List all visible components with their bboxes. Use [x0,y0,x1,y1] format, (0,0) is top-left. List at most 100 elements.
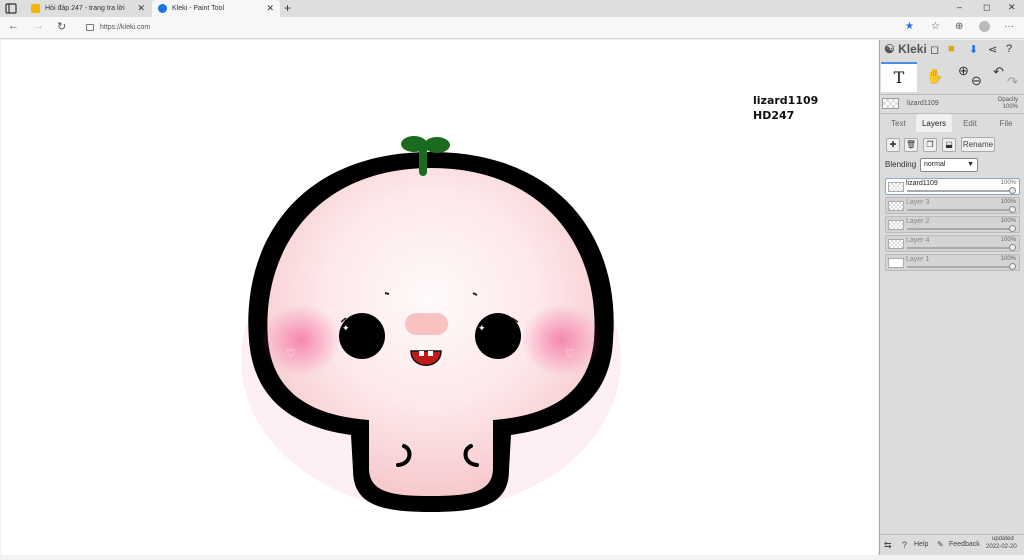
layer-opacity-handle[interactable] [1009,187,1016,194]
layer-opacity-handle[interactable] [1009,263,1016,270]
layer-opacity-slider[interactable] [907,266,1013,268]
share-icon[interactable]: ⋖ [988,43,997,56]
layer-thumbnail [888,182,904,192]
url-text: https://kleki.com [100,24,151,31]
text-tool-button[interactable]: T [881,62,917,92]
tab-strip: Hỏi đáp 247 - trang tra lời ✕ Kleki - Pa… [0,0,1024,17]
tab-hoidap[interactable]: Hỏi đáp 247 - trang tra lời ✕ [25,0,151,17]
layer-opacity-handle[interactable] [1009,206,1016,213]
tool-panel: ☯ Kleki ◻ ■ ⬇ ⋖ ? T ✋ ⊕ ⊖ ↶ ↷ lizard1109… [879,40,1024,555]
download-icon[interactable]: ⬇ [969,43,978,56]
svg-text:✦: ✦ [478,324,486,334]
url-field[interactable]: https://kleki.com [80,19,920,36]
close-tab-icon[interactable]: ✕ [266,3,274,14]
feedback-link[interactable]: Feedback [949,541,980,548]
layer-opacity: 100% [1000,180,1016,186]
chevron-down-icon: ▼ [967,161,974,168]
favorites-icon[interactable]: ☆ [931,21,940,32]
layer-opacity-slider[interactable] [907,247,1013,249]
tab-layers[interactable]: Layers [916,114,952,132]
window-close-button[interactable]: ✕ [1008,2,1016,13]
left-blush [261,304,341,376]
panel-tabs: Text Layers Edit File [880,113,1024,132]
more-menu-icon[interactable]: ··· [1004,21,1014,32]
layer-thumbnail [888,239,904,249]
profile-avatar[interactable] [979,21,990,32]
layer-item[interactable]: lizard1109 100% [885,178,1020,195]
merge-layer-button[interactable]: ⬓ [942,138,956,152]
right-heart-icon: ♡ [565,347,575,360]
color-swatch[interactable] [882,98,899,109]
lock-icon [86,24,94,31]
new-tab-button[interactable]: + [284,1,291,15]
tab-file[interactable]: File [988,114,1024,132]
layer-item[interactable]: Layer 2 100% [885,216,1020,233]
sprout-leaf-left [401,136,427,152]
blending-label: Blending [885,160,917,169]
layer-opacity: 100% [1000,218,1016,224]
canvas-text-line: lizard1109 [753,94,819,107]
brush-row: lizard1109 Opacity 100% [880,94,1024,112]
updated-date: 2022-02-20 [986,544,1017,550]
layer-opacity-handle[interactable] [1009,244,1016,251]
duplicate-layer-button[interactable]: ❐ [923,138,937,152]
tab-text[interactable]: Text [882,114,915,132]
help-link[interactable]: Help [914,541,928,548]
layer-item[interactable]: Layer 1 100% [885,254,1020,271]
tab-title: Hỏi đáp 247 - trang tra lời [45,5,125,12]
zoom-in-icon[interactable]: ⊕ [958,63,969,79]
swap-icon[interactable]: ⇆ [884,540,892,551]
new-image-icon[interactable]: ◻ [930,43,939,56]
delete-layer-button[interactable]: 🗑 [904,138,918,152]
redo-icon[interactable]: ↷ [1007,74,1018,90]
svg-text:✦: ✦ [342,324,350,334]
layer-thumbnail [888,201,904,211]
rename-layer-button[interactable]: Rename [961,137,995,152]
maximize-button[interactable]: ◻ [983,2,990,13]
opacity-readout[interactable]: Opacity 100% [998,97,1018,111]
address-bar: ← → ↻ https://kleki.com ★ ☆ ⊕ ··· [0,17,1024,39]
collections-icon[interactable]: ⊕ [955,21,963,32]
save-icon[interactable]: ■ [948,43,955,55]
panel-footer: ⇆ ? Help ✎ Feedback updated 2022-02-20 [880,534,1024,555]
right-blush [521,304,601,376]
tab-actions-icon[interactable] [4,2,18,15]
layer-thumbnail [888,258,904,268]
kleki-favicon-icon [158,4,167,13]
close-tab-icon[interactable]: ✕ [137,3,145,14]
layer-opacity-handle[interactable] [1009,225,1016,232]
zoom-out-icon[interactable]: ⊖ [971,73,982,89]
layer-opacity-slider[interactable] [907,228,1013,230]
layer-opacity-slider[interactable] [907,190,1013,192]
left-heart-icon: ♡ [286,347,296,360]
hoidap-favicon-icon [31,4,40,13]
minimize-button[interactable]: – [957,2,962,12]
add-layer-button[interactable]: ✚ [886,138,900,152]
kleki-logo: ☯ Kleki [884,42,927,56]
tab-kleki[interactable]: Kleki - Paint Tool ✕ [152,0,280,17]
help-circle-icon[interactable]: ? [1006,43,1012,55]
layer-name: Layer 3 [906,199,930,206]
layer-thumbnail [888,220,904,230]
reload-icon[interactable]: ↻ [57,20,66,33]
character-drawing: ♡ ♡ ✦ ✦ [241,136,621,512]
layer-item[interactable]: Layer 3 100% [885,197,1020,214]
kleki-logo-icon: ☯ [884,42,895,56]
favorite-star-icon[interactable]: ★ [905,21,914,32]
forward-icon[interactable]: → [33,20,44,32]
layer-opacity-slider[interactable] [907,209,1013,211]
layer-name: Layer 1 [906,256,930,263]
hand-tool-icon[interactable]: ✋ [926,68,943,85]
layer-name: lizard1109 [906,180,938,187]
help-icon[interactable]: ? [902,540,907,550]
left-eye [339,313,385,359]
feedback-icon[interactable]: ✎ [937,540,944,549]
nose [405,313,448,335]
drawing-canvas[interactable]: ♡ ♡ ✦ ✦ lizard1109 HD247 [1,40,878,555]
tab-edit[interactable]: Edit [953,114,987,132]
back-icon[interactable]: ← [8,20,19,32]
undo-icon[interactable]: ↶ [993,64,1004,80]
tab-title: Kleki - Paint Tool [172,5,225,12]
blending-select[interactable]: normal ▼ [920,158,978,172]
layer-item[interactable]: Layer 4 100% [885,235,1020,252]
